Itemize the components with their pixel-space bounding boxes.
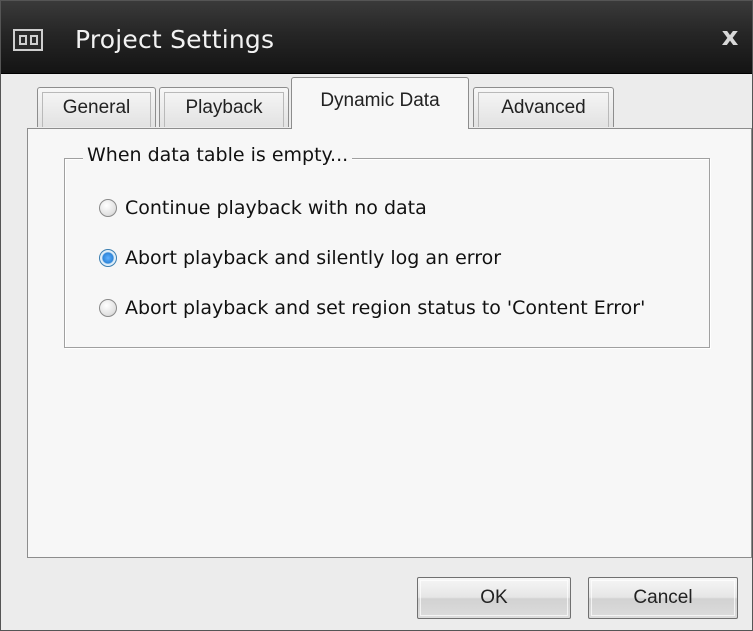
project-settings-dialog: Project Settings x General Playback Dyna… (0, 0, 753, 631)
dialog-app-icon (13, 29, 43, 51)
groupbox-legend: When data table is empty... (83, 144, 353, 166)
window-title: Project Settings (75, 25, 275, 54)
radio-abort-content-error[interactable] (99, 299, 117, 317)
option-abort-content-error-label[interactable]: Abort playback and set region status to … (125, 297, 645, 319)
empty-table-groupbox: When data table is empty... Continue pla… (64, 144, 710, 348)
tab-advanced[interactable]: Advanced (473, 87, 614, 127)
tab-panel-dynamic-data: When data table is empty... Continue pla… (27, 128, 752, 558)
tab-advanced-label: Advanced (501, 97, 586, 118)
option-continue-playback-label[interactable]: Continue playback with no data (125, 197, 427, 219)
tab-general[interactable]: General (37, 87, 156, 127)
radio-continue-playback[interactable] (99, 199, 117, 217)
option-continue-playback[interactable]: Continue playback with no data (99, 194, 427, 222)
tab-strip: General Playback Dynamic Data Advanced (1, 73, 752, 129)
tab-general-label: General (62, 97, 131, 118)
ok-button[interactable]: OK (417, 577, 571, 619)
tab-playback-label: Playback (185, 97, 263, 118)
cancel-button[interactable]: Cancel (588, 577, 738, 619)
radio-abort-log-error[interactable] (99, 249, 117, 267)
option-abort-log-error[interactable]: Abort playback and silently log an error (99, 244, 501, 272)
option-abort-log-error-label[interactable]: Abort playback and silently log an error (125, 247, 501, 269)
tab-dynamic-data-label: Dynamic Data (320, 90, 440, 111)
tab-playback[interactable]: Playback (159, 87, 289, 127)
tab-dynamic-data[interactable]: Dynamic Data (291, 77, 469, 129)
close-button[interactable]: x (716, 19, 744, 55)
option-abort-content-error[interactable]: Abort playback and set region status to … (99, 294, 645, 322)
title-bar[interactable]: Project Settings x (1, 1, 752, 74)
